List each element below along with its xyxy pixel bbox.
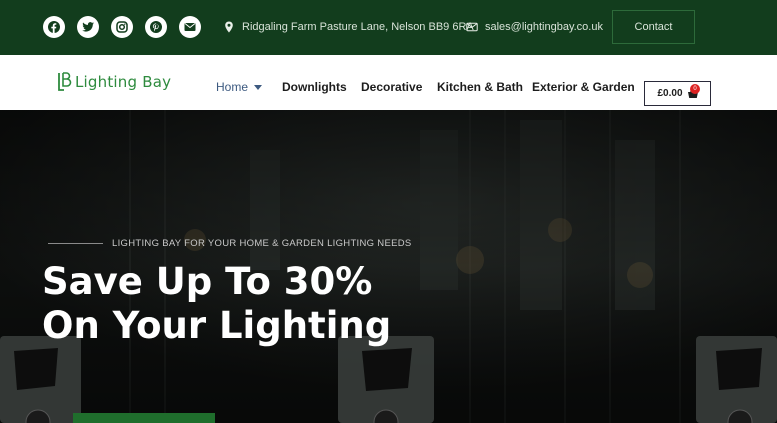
- nav-item-home[interactable]: Home: [216, 80, 263, 94]
- hero-headline: Save Up To 30% On Your Lighting: [42, 260, 391, 348]
- top-bar: Ridgaling Farm Pasture Lane, Nelson BB9 …: [0, 0, 777, 55]
- eyebrow-divider: [48, 243, 103, 244]
- email-info[interactable]: sales@lightingbay.co.uk: [466, 21, 603, 33]
- nav-item-downlights[interactable]: Downlights: [282, 80, 347, 94]
- cart-button[interactable]: £0.00: [644, 81, 711, 106]
- site-logo[interactable]: Lighting Bay: [57, 72, 171, 91]
- contact-button[interactable]: Contact: [612, 10, 695, 44]
- hero-headline-line2: On Your Lighting: [42, 304, 392, 347]
- pinterest-icon[interactable]: [145, 16, 167, 38]
- nav-item-kitchen-bath[interactable]: Kitchen & Bath: [437, 80, 523, 94]
- instagram-icon[interactable]: [111, 16, 133, 38]
- nav-item-home-label: Home: [216, 80, 249, 94]
- nav-item-exterior-garden[interactable]: Exterior & Garden: [532, 80, 635, 94]
- main-navbar: Lighting Bay Home Downlights Decorative …: [0, 55, 777, 128]
- logo-text: Lighting Bay: [75, 72, 172, 91]
- address-info: Ridgaling Farm Pasture Lane, Nelson BB9 …: [223, 21, 474, 33]
- envelope-outline-icon: [466, 22, 478, 32]
- hero-banner: LIGHTING BAY FOR YOUR HOME & GARDEN LIGH…: [0, 110, 777, 423]
- nav-item-decorative[interactable]: Decorative: [361, 80, 422, 94]
- cart-count-badge: 0: [690, 84, 700, 94]
- email-link[interactable]: sales@lightingbay.co.uk: [485, 21, 603, 33]
- hero-eyebrow: LIGHTING BAY FOR YOUR HOME & GARDEN LIGH…: [48, 238, 412, 249]
- facebook-icon[interactable]: [43, 16, 65, 38]
- envelope-icon[interactable]: [179, 16, 201, 38]
- map-marker-icon: [225, 21, 233, 33]
- address-text: Ridgaling Farm Pasture Lane, Nelson BB9 …: [242, 21, 474, 33]
- cart-total: £0.00: [657, 88, 683, 99]
- twitter-icon[interactable]: [77, 16, 99, 38]
- logo-mark-icon: [58, 72, 72, 91]
- hero-cta-button[interactable]: [73, 413, 215, 423]
- hero-headline-line1: Save Up To 30%: [42, 260, 373, 303]
- chevron-down-icon: [254, 84, 263, 90]
- hero-eyebrow-text: LIGHTING BAY FOR YOUR HOME & GARDEN LIGH…: [112, 238, 412, 249]
